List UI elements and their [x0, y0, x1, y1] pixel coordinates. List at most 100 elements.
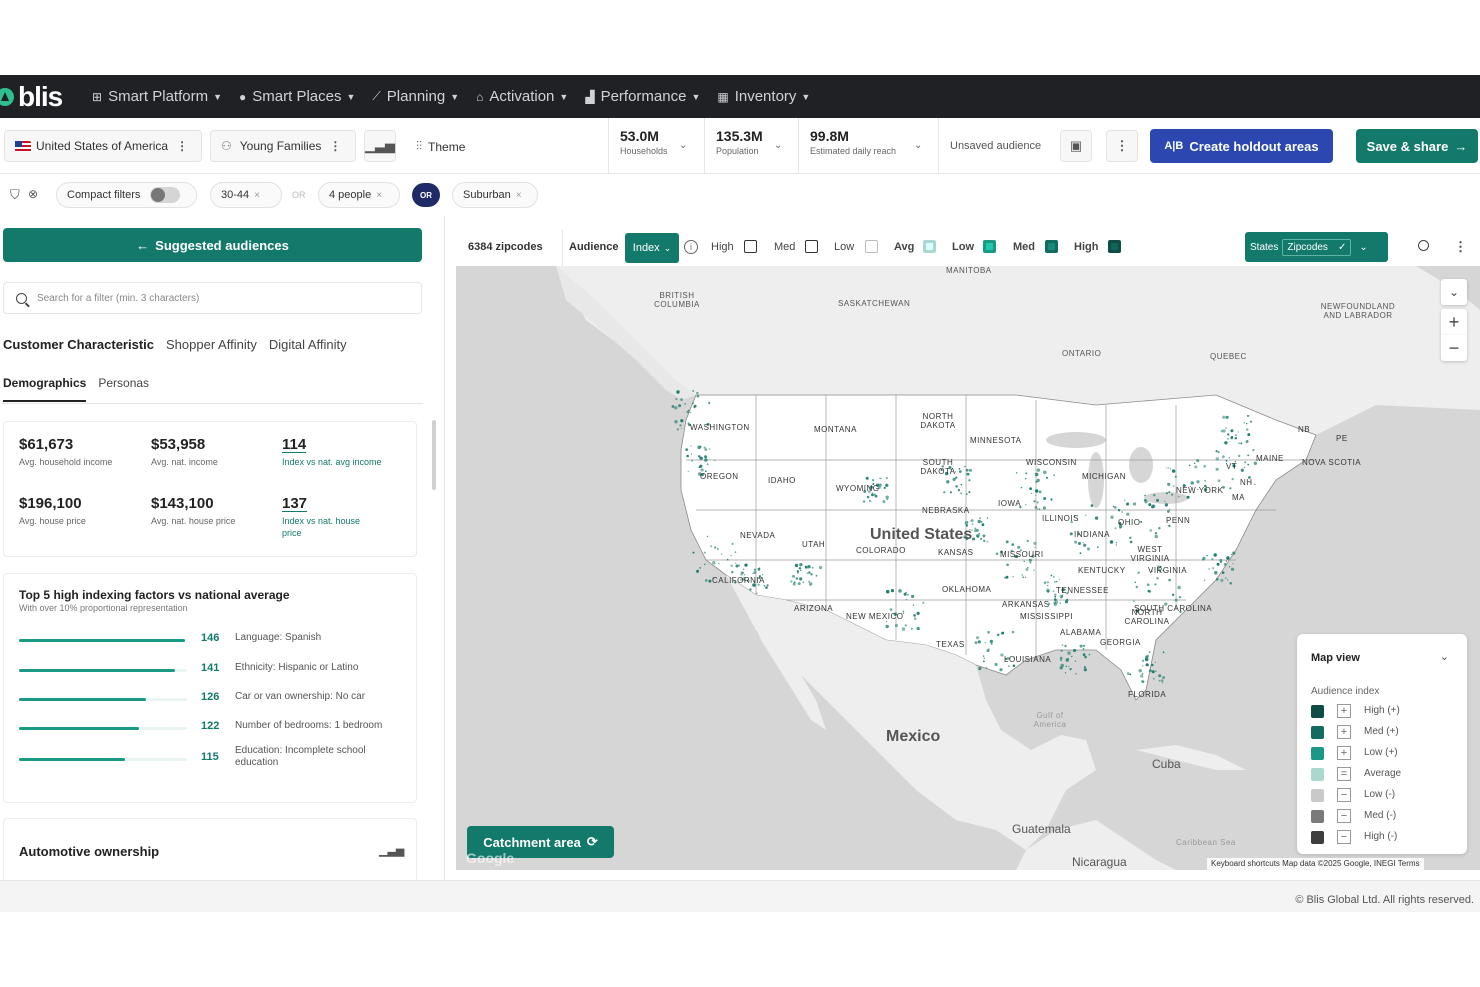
scrollbar[interactable]	[432, 420, 436, 490]
nav-inventory[interactable]: ▦ Inventory ▼	[717, 88, 810, 105]
zipcodes-option[interactable]: Zipcodes ✓	[1282, 238, 1352, 256]
map-label-va: VIRGINIA	[1148, 566, 1188, 575]
audience-selector[interactable]: ⚇ Young Families ⋮	[210, 130, 356, 162]
legend-label: Average	[1364, 768, 1402, 779]
zoom-in-button[interactable]: +	[1441, 309, 1467, 335]
audience-dot	[1227, 433, 1230, 436]
audience-dot	[1109, 540, 1114, 544]
factor-row[interactable]: 122 Number of bedrooms: 1 bedroom	[19, 717, 399, 741]
logo[interactable]: blis	[0, 75, 82, 118]
suggested-audiences-button[interactable]: ← Suggested audiences	[3, 228, 422, 262]
chevron-down-icon[interactable]: ⌄	[774, 140, 782, 151]
more-options-button[interactable]: ⋮	[1106, 130, 1138, 162]
audience-dot	[901, 627, 906, 631]
caret-down-icon: ▼	[691, 91, 701, 102]
close-icon[interactable]: ×	[516, 190, 522, 201]
map-label-sc: SOUTH CAROLINA	[1134, 604, 1213, 613]
map-attribution[interactable]: Keyboard shortcuts Map data ©2025 Google…	[1207, 858, 1424, 870]
factor-row[interactable]: 146 Language: Spanish	[19, 629, 399, 653]
chevron-down-icon[interactable]: ⌄	[1440, 650, 1449, 663]
audience-dot	[714, 459, 716, 461]
filter-chip-age[interactable]: 30-44 ×	[210, 182, 282, 208]
filter-chip-suburban[interactable]: Suburban ×	[452, 182, 538, 208]
bar-chart-icon[interactable]: ▁▃▅	[379, 844, 404, 857]
checkbox-high-pos[interactable]	[1108, 240, 1121, 253]
country-selector[interactable]: United States of America ⋮	[4, 130, 202, 162]
audience-dot	[731, 542, 734, 545]
create-holdout-button[interactable]: A|B Create holdout areas	[1150, 129, 1333, 163]
audience-dot	[990, 642, 993, 645]
checkbox-med-neg[interactable]	[805, 240, 818, 253]
more-vert-icon[interactable]: ⋮	[1454, 239, 1467, 255]
metric-house-index[interactable]: 137 Index vs nat. house price	[282, 495, 382, 539]
chart-button[interactable]: ▁▃▅	[364, 130, 396, 162]
checkbox-high-neg[interactable]	[744, 240, 757, 253]
filter-chip-household[interactable]: 4 people ×	[318, 182, 400, 208]
metric-income-index[interactable]: 114 Index vs nat. avg income	[282, 436, 382, 468]
legend-sign-icon: −	[1337, 788, 1351, 802]
audience-dot	[1060, 663, 1065, 668]
index-dropdown[interactable]: Index ⌄	[625, 233, 679, 263]
tab-personas[interactable]: Personas	[98, 376, 149, 402]
or-toggle[interactable]: OR	[412, 183, 440, 207]
checkbox-low-neg[interactable]	[865, 240, 878, 253]
nav-planning[interactable]: ⟋ Planning ▼	[372, 88, 459, 105]
checkbox-avg[interactable]	[923, 240, 936, 253]
audience-dot	[756, 592, 758, 594]
chevron-down-icon[interactable]: ⌄	[679, 140, 687, 151]
save-draft-button[interactable]: ▣	[1060, 130, 1092, 162]
audience-dot	[1024, 576, 1026, 578]
legend-sign-icon: −	[1337, 809, 1351, 823]
info-icon[interactable]: i	[684, 240, 698, 254]
zoom-out-button[interactable]: −	[1441, 335, 1467, 361]
checkbox-med-pos[interactable]	[1045, 240, 1058, 253]
nav-smart-places[interactable]: ● Smart Places ▼	[239, 88, 355, 105]
audience-dot	[1012, 576, 1014, 578]
factor-row[interactable]: 141 Ethnicity: Hispanic or Latino	[19, 659, 399, 683]
states-option[interactable]: States	[1250, 242, 1278, 253]
tab-shopper-affinity[interactable]: Shopper Affinity	[166, 337, 257, 352]
clear-filters-icon[interactable]: ⊗	[28, 187, 38, 201]
audience-dot	[692, 402, 694, 404]
map-label-ca: CALIFORNIA	[712, 576, 766, 585]
factor-row[interactable]: 115 Education: Incomplete school educatio…	[19, 745, 399, 772]
audience-dot	[981, 523, 985, 527]
reach-stat[interactable]: 99.8M Estimated daily reach	[810, 128, 896, 156]
tab-customer-characteristic[interactable]: Customer Characteristic	[3, 337, 154, 352]
audience-dot	[1161, 681, 1164, 684]
population-stat[interactable]: 135.3M Population	[716, 128, 763, 156]
audience-dot	[1215, 467, 1219, 471]
more-vert-icon[interactable]: ⋮	[176, 139, 188, 153]
households-stat[interactable]: 53.0M Households	[620, 128, 668, 156]
toggle-switch[interactable]	[150, 187, 181, 203]
compact-filters-toggle[interactable]: Compact filters	[56, 182, 197, 208]
chevron-down-icon[interactable]: ⌄	[914, 140, 922, 151]
audience-dot	[1140, 520, 1143, 523]
save-share-button[interactable]: Save & share →	[1356, 129, 1478, 163]
close-icon[interactable]: ×	[254, 190, 260, 201]
nav-smart-platform[interactable]: ⊞ Smart Platform ▼	[92, 88, 222, 105]
filter-icon[interactable]: ⛉	[10, 187, 20, 203]
more-vert-icon[interactable]: ⋮	[329, 139, 341, 153]
close-icon[interactable]: ×	[376, 190, 382, 201]
top-nav: blis ⊞ Smart Platform ▼ ● Smart Places ▼ ⟋ Pl…	[0, 75, 1480, 118]
audience-dot	[1061, 644, 1064, 646]
map-toolbar: 6384 zipcodes Audience Index ⌄ i High Med…	[456, 230, 1480, 266]
tab-demographics[interactable]: Demographics	[3, 376, 87, 402]
legend-subtitle: Audience index	[1311, 686, 1380, 697]
filter-search-input[interactable]: Search for a filter (min. 3 characters)	[3, 282, 422, 314]
nav-performance[interactable]: ▟ Performance ▼	[585, 88, 700, 105]
map-label-wa: WASHINGTON	[690, 423, 750, 432]
tab-digital-affinity[interactable]: Digital Affinity	[269, 337, 347, 352]
ab-icon: A|B	[1164, 140, 1184, 152]
search-icon[interactable]	[1418, 240, 1429, 251]
nav-activation[interactable]: ⌂ Activation ▼	[476, 88, 568, 105]
collapse-button[interactable]: ⌄	[1441, 279, 1467, 305]
theme-button[interactable]: ⫶⫶ Theme	[416, 139, 465, 154]
geo-level-selector[interactable]: States Zipcodes ✓ ⌄	[1245, 232, 1388, 262]
factor-row[interactable]: 126 Car or van ownership: No car	[19, 688, 399, 712]
audience-dot	[964, 521, 968, 525]
checkbox-low-pos[interactable]	[983, 240, 996, 253]
audience-dot	[1127, 672, 1130, 675]
audience-dot	[678, 404, 681, 408]
